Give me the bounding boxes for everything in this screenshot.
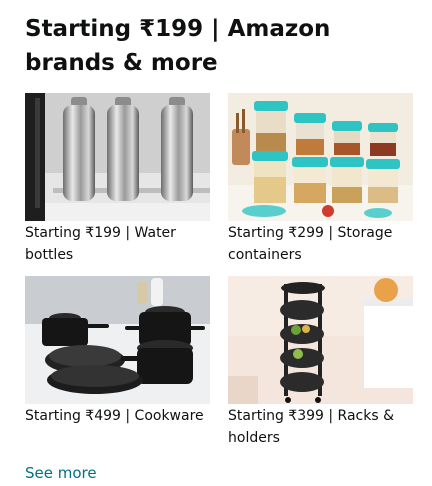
cookware-image[interactable] xyxy=(25,276,210,404)
deals-card: Starting ₹199 | Amazon brands & more Sta… xyxy=(0,0,432,486)
tile-racks-holders[interactable]: Starting ₹399 | Racks & holders xyxy=(228,276,413,449)
racks-holders-image[interactable] xyxy=(228,276,413,404)
card-title: Starting ₹199 | Amazon brands & more xyxy=(25,16,331,76)
water-bottles-image[interactable] xyxy=(25,93,210,221)
see-more-link[interactable]: See more xyxy=(25,464,97,482)
tile-storage-containers[interactable]: Starting ₹299 | Storage containers xyxy=(228,93,413,266)
storage-containers-image[interactable] xyxy=(228,93,413,221)
tile-cookware[interactable]: Starting ₹499 | Cookware xyxy=(25,276,210,427)
tile-label[interactable]: Starting ₹399 | Racks & holders xyxy=(228,405,413,449)
tile-label[interactable]: Starting ₹199 | Water bottles xyxy=(25,222,210,266)
tile-label[interactable]: Starting ₹499 | Cookware xyxy=(25,405,210,427)
tile-label[interactable]: Starting ₹299 | Storage containers xyxy=(228,222,413,266)
tile-water-bottles[interactable]: Starting ₹199 | Water bottles xyxy=(25,93,210,266)
